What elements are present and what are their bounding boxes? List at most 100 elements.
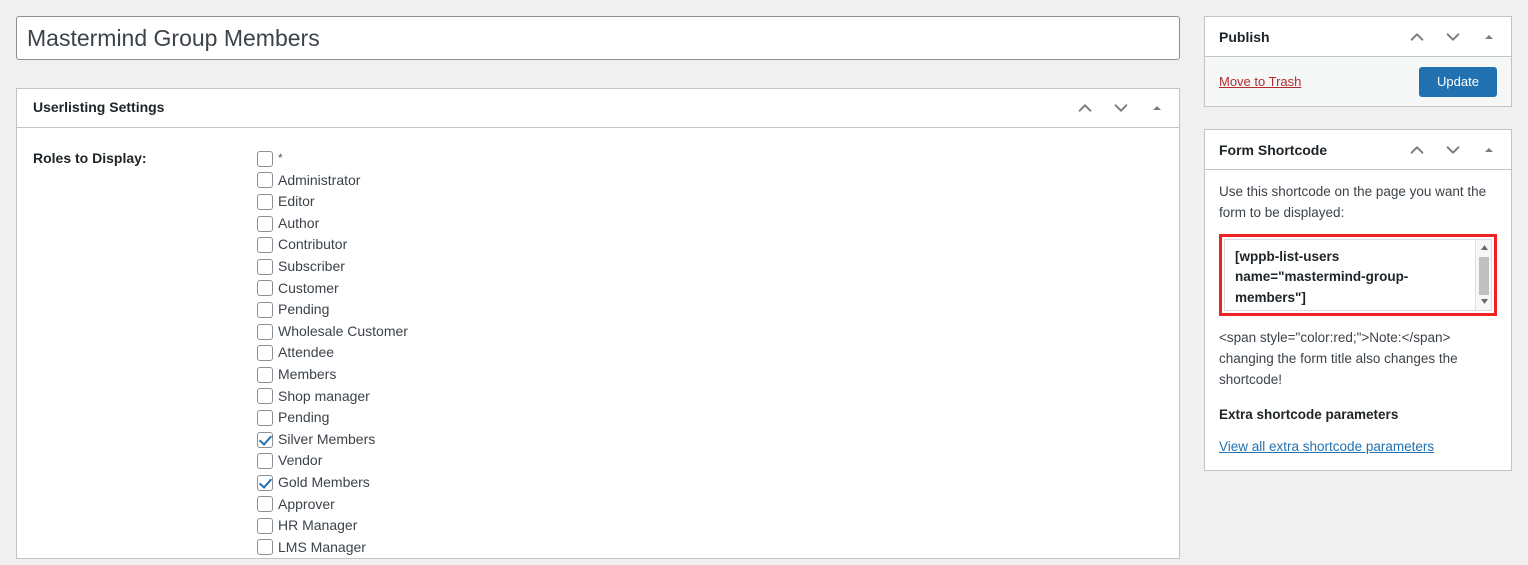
publish-toggle-button[interactable] [1471,18,1507,56]
admin-edit-screen: Userlisting Settings [0,0,1528,565]
role-checkbox-label[interactable]: Editor [278,192,315,212]
publish-handle-actions [1399,18,1507,56]
role-checkbox-row: Silver Members [257,429,1163,451]
shortcode-textarea-wrap [1224,238,1492,311]
role-checkbox-row: Gold Members [257,472,1163,494]
userlisting-settings-panel: Userlisting Settings Roles to Display: *… [16,88,1180,560]
role-checkbox-label[interactable]: Attendee [278,343,334,363]
role-checkbox-label[interactable]: Customer [278,279,339,299]
role-checkbox-label[interactable]: LMS Manager [278,538,366,558]
scroll-down-arrow-icon[interactable] [1476,295,1491,309]
role-checkbox-label[interactable]: Gold Members [278,473,370,493]
role-checkbox[interactable] [257,409,273,426]
update-button[interactable]: Update [1419,66,1497,97]
role-checkbox[interactable] [257,539,273,556]
role-checkbox-row: Subscriber [257,256,1163,278]
scroll-up-arrow-icon[interactable] [1476,241,1491,255]
panel-handle-actions [1067,89,1175,127]
toggle-panel-button[interactable] [1139,89,1175,127]
roles-to-display-label: Roles to Display: [33,150,147,166]
publish-panel: Publish Move to Trash Update [1204,16,1512,107]
role-checkbox-label[interactable]: Members [278,365,336,385]
main-column: Userlisting Settings [16,16,1180,560]
shortcode-move-up-button[interactable] [1399,131,1435,169]
form-shortcode-panel: Form Shortcode Use this shortcode on the… [1204,129,1512,471]
publish-move-up-button[interactable] [1399,18,1435,56]
role-checkbox-label[interactable]: Pending [278,408,329,428]
role-checkbox[interactable] [257,431,273,448]
role-checkbox-label[interactable]: Wholesale Customer [278,322,408,342]
role-checkbox-label[interactable]: Author [278,214,319,234]
shortcode-panel-header: Form Shortcode [1205,130,1511,170]
role-checkbox[interactable] [257,345,273,362]
shortcode-move-down-button[interactable] [1435,131,1471,169]
role-checkbox[interactable] [257,388,273,405]
role-checkbox-label[interactable]: * [278,150,283,167]
role-checkbox-row: Customer [257,278,1163,300]
role-checkbox-row: LMS Manager [257,537,1163,559]
role-checkbox-row: * [257,148,1163,170]
role-checkbox[interactable] [257,215,273,232]
role-checkbox-row: Author [257,213,1163,235]
publish-panel-header: Publish [1205,17,1511,57]
role-checkbox-label[interactable]: Vendor [278,451,322,471]
userlisting-panel-body: Roles to Display: * Administrator Editor Au… [17,128,1179,558]
userlisting-panel-title: Userlisting Settings [33,99,165,116]
triangle-up-icon [1485,147,1493,152]
shortcode-highlight-box [1219,233,1497,316]
userlisting-panel-header: Userlisting Settings [17,89,1179,128]
chevron-up-icon [1078,104,1092,112]
role-checkbox[interactable] [257,237,273,254]
shortcode-textarea[interactable] [1225,239,1491,310]
role-checkbox-label[interactable]: Silver Members [278,430,375,450]
role-checkbox[interactable] [257,301,273,318]
publish-panel-body: Move to Trash Update [1205,57,1511,106]
role-checkbox[interactable] [257,496,273,513]
role-checkbox[interactable] [257,323,273,340]
role-checkbox-row: Attendee [257,342,1163,364]
move-up-button[interactable] [1067,89,1103,127]
role-checkbox[interactable] [257,474,273,491]
extra-parameters-heading: Extra shortcode parameters [1219,406,1399,422]
shortcode-note-text: <span style="color:red;">Note:</span> ch… [1219,329,1458,387]
role-checkbox[interactable] [257,193,273,210]
view-extra-parameters-link[interactable]: View all extra shortcode parameters [1219,439,1434,454]
chevron-down-icon [1446,145,1460,154]
sidebar-column: Publish Move to Trash Update Form Shortc… [1204,16,1512,493]
roles-checkbox-list: * Administrator Editor Author Contributor Sub… [257,148,1163,558]
move-to-trash-link[interactable]: Move to Trash [1219,74,1301,89]
publish-panel-title: Publish [1219,28,1270,45]
chevron-up-icon [1410,32,1424,41]
role-checkbox[interactable] [257,172,273,189]
role-checkbox-label[interactable]: Pending [278,300,329,320]
role-checkbox[interactable] [257,453,273,470]
triangle-up-icon [1153,106,1161,110]
role-checkbox-label[interactable]: Subscriber [278,257,345,277]
post-title-input[interactable] [16,16,1180,60]
chevron-up-icon [1410,145,1424,154]
shortcode-scrollbar[interactable] [1475,239,1491,310]
roles-to-display-row: Roles to Display: * Administrator Editor Au… [17,128,1179,558]
role-checkbox-row: Shop manager [257,386,1163,408]
role-checkbox[interactable] [257,150,273,167]
role-checkbox-row: HR Manager [257,515,1163,537]
role-checkbox-label[interactable]: HR Manager [278,516,357,536]
chevron-down-icon [1114,104,1128,112]
role-checkbox[interactable] [257,280,273,297]
scrollbar-thumb[interactable] [1479,256,1489,295]
role-checkbox-label[interactable]: Administrator [278,171,360,191]
role-checkbox[interactable] [257,366,273,383]
shortcode-toggle-button[interactable] [1471,131,1507,169]
role-checkbox-row: Administrator [257,170,1163,192]
publish-move-down-button[interactable] [1435,18,1471,56]
move-down-button[interactable] [1103,89,1139,127]
shortcode-panel-body: Use this shortcode on the page you want … [1205,170,1511,470]
role-checkbox-row: Members [257,364,1163,386]
role-checkbox-row: Editor [257,191,1163,213]
role-checkbox-label[interactable]: Contributor [278,235,347,255]
triangle-up-icon [1485,34,1493,39]
role-checkbox-label[interactable]: Approver [278,495,335,515]
role-checkbox-label[interactable]: Shop manager [278,387,370,407]
role-checkbox[interactable] [257,258,273,275]
role-checkbox[interactable] [257,517,273,534]
